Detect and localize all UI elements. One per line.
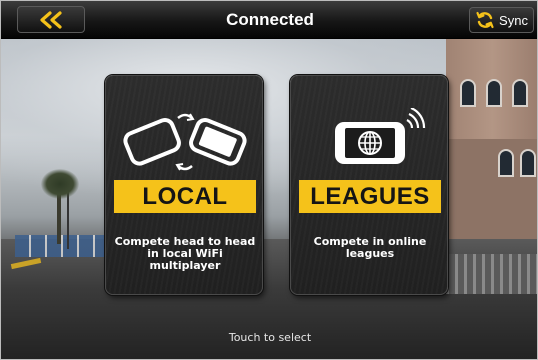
- phone-globe-wifi-icon: [335, 108, 426, 164]
- local-mode-description: Compete head to head in local WiFi multi…: [114, 235, 256, 272]
- race-track-background: [1, 39, 537, 359]
- background-building-brick: [446, 39, 537, 254]
- page-title: Connected: [226, 10, 314, 29]
- railing: [446, 254, 537, 294]
- touch-to-select-hint: Touch to select: [228, 331, 312, 344]
- top-bar: Connected Sync: [1, 1, 537, 39]
- game-screen: Connected Sync LOCAL Compete head to hea…: [0, 0, 538, 360]
- local-mode-card[interactable]: LOCAL Compete head to head in local WiFi…: [105, 75, 263, 295]
- leagues-mode-label: LEAGUES: [299, 180, 441, 213]
- sync-label: Sync: [499, 12, 528, 28]
- sync-button[interactable]: Sync: [469, 7, 534, 33]
- sync-icon: [476, 11, 494, 29]
- leagues-mode-description: Compete in online leagues: [313, 235, 427, 260]
- two-phones-swap-icon: [123, 113, 247, 171]
- local-mode-label: LOCAL: [114, 180, 256, 213]
- leagues-mode-card[interactable]: LEAGUES Compete in online leagues: [290, 75, 448, 295]
